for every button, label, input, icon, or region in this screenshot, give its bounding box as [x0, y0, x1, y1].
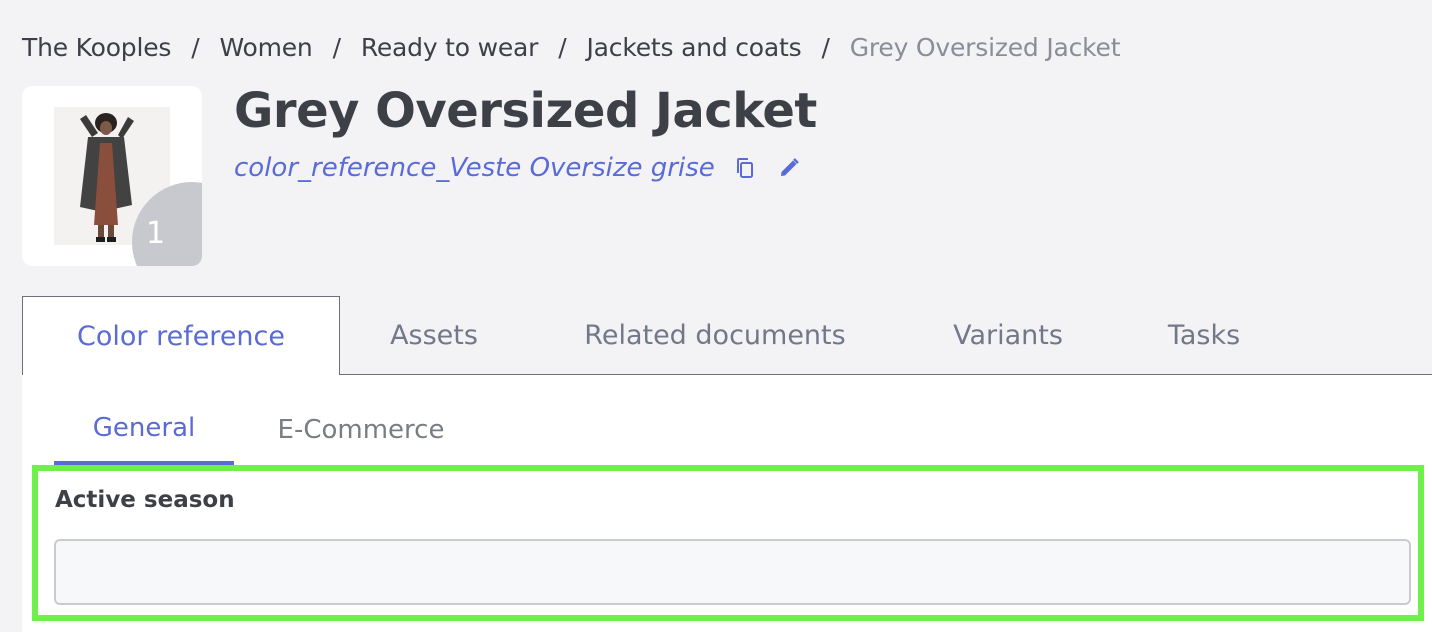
image-count: 1	[146, 216, 166, 251]
tab-related-documents[interactable]: Related documents	[540, 296, 890, 375]
breadcrumb-item-ready-to-wear[interactable]: Ready to wear	[361, 30, 539, 66]
breadcrumb-item-women[interactable]: Women	[219, 30, 312, 66]
reference-row: color_reference_Veste Oversize grise	[234, 150, 803, 186]
copy-icon[interactable]	[731, 154, 759, 182]
breadcrumb-item-jackets[interactable]: Jackets and coats	[587, 30, 802, 66]
subtab-ecommerce[interactable]: E-Commerce	[254, 395, 468, 465]
breadcrumb-separator: /	[332, 33, 341, 62]
breadcrumb: The Kooples / Women / Ready to wear / Ja…	[22, 30, 1121, 66]
main-tabs: Color reference Assets Related documents…	[22, 296, 1432, 376]
active-season-label: Active season	[55, 487, 235, 513]
page-title: Grey Oversized Jacket	[234, 83, 817, 139]
tab-tasks[interactable]: Tasks	[1132, 296, 1276, 375]
product-thumbnail[interactable]	[22, 86, 202, 266]
subtab-general[interactable]: General	[54, 395, 234, 465]
active-season-input[interactable]	[54, 539, 1411, 605]
breadcrumb-separator: /	[821, 33, 830, 62]
tab-variants[interactable]: Variants	[922, 296, 1094, 375]
breadcrumb-item-brand[interactable]: The Kooples	[22, 30, 171, 66]
breadcrumb-current: Grey Oversized Jacket	[849, 33, 1121, 62]
reference-link[interactable]: color_reference_Veste Oversize grise	[234, 150, 715, 186]
breadcrumb-separator: /	[558, 33, 567, 62]
breadcrumb-separator: /	[191, 33, 200, 62]
edit-pencil-icon[interactable]	[775, 154, 803, 182]
tab-assets[interactable]: Assets	[340, 296, 528, 375]
tab-color-reference[interactable]: Color reference	[22, 296, 340, 376]
